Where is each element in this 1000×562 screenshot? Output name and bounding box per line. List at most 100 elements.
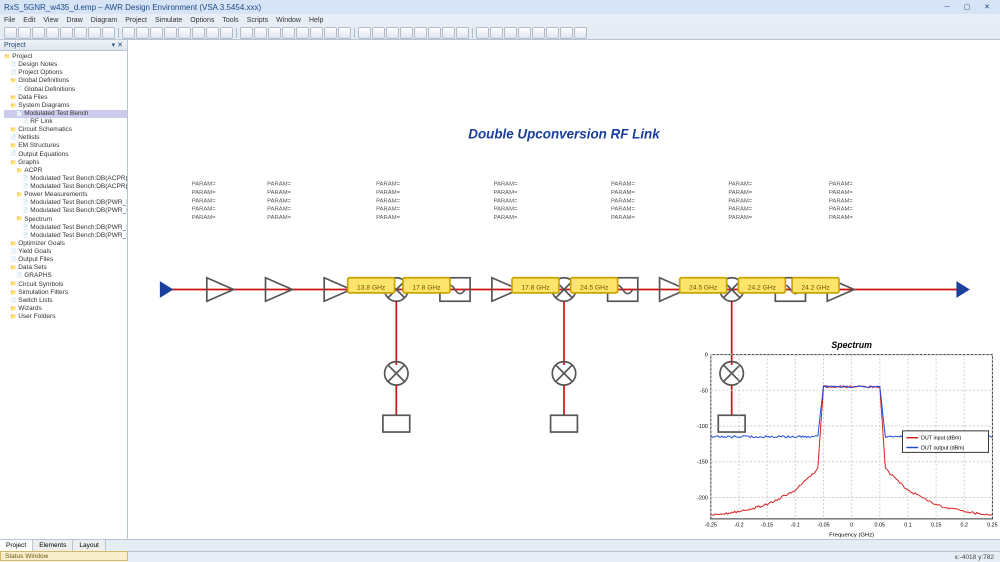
toolbar-button[interactable]: [574, 27, 587, 39]
toolbar-button[interactable]: [220, 27, 233, 39]
toolbar-button[interactable]: [560, 27, 573, 39]
tree-item[interactable]: Circuit Schematics: [4, 126, 127, 134]
maximize-button[interactable]: ▢: [958, 2, 976, 12]
toolbar-button[interactable]: [192, 27, 205, 39]
toolbar-button[interactable]: [546, 27, 559, 39]
menu-view[interactable]: View: [43, 17, 58, 24]
menu-edit[interactable]: Edit: [23, 17, 35, 24]
toolbar-button[interactable]: [310, 27, 323, 39]
menu-window[interactable]: Window: [276, 17, 301, 24]
tree-item[interactable]: Switch Lists: [4, 297, 127, 305]
toolbar-button[interactable]: [268, 27, 281, 39]
toolbar-button[interactable]: [372, 27, 385, 39]
toolbar-button[interactable]: [442, 27, 455, 39]
tree-item[interactable]: Modulated Test Bench:DB(PWR_MTR(T...: [4, 199, 127, 207]
toolbar-button[interactable]: [400, 27, 413, 39]
toolbar-button[interactable]: [532, 27, 545, 39]
status-window-tab[interactable]: Status Window: [0, 551, 128, 561]
toolbar-button[interactable]: [296, 27, 309, 39]
toolbar-button[interactable]: [206, 27, 219, 39]
toolbar-button[interactable]: [60, 27, 73, 39]
menu-tools[interactable]: Tools: [222, 17, 238, 24]
tree-item[interactable]: GRAPHS: [4, 272, 127, 280]
tree-item[interactable]: Output Files: [4, 256, 127, 264]
menu-options[interactable]: Options: [190, 17, 214, 24]
menu-help[interactable]: Help: [309, 17, 323, 24]
toolbar-button[interactable]: [476, 27, 489, 39]
tree-item[interactable]: Project: [4, 53, 127, 61]
toolbar-button[interactable]: [386, 27, 399, 39]
svg-text:PARAM=: PARAM=: [494, 215, 518, 221]
tree-item[interactable]: Wizards: [4, 305, 127, 313]
tree-item[interactable]: Global Definitions: [4, 86, 127, 94]
svg-text:PARAM=: PARAM=: [192, 190, 216, 196]
toolbar-button[interactable]: [4, 27, 17, 39]
close-button[interactable]: ✕: [978, 2, 996, 12]
tree-item[interactable]: Modulated Test Bench:DB(PWR_MTR(T...: [4, 207, 127, 215]
menu-draw[interactable]: Draw: [66, 17, 82, 24]
toolbar-button[interactable]: [46, 27, 59, 39]
tree-item[interactable]: Modulated Test Bench:DB(ACPR(TP.RF...: [4, 175, 127, 183]
svg-text:PARAM=: PARAM=: [267, 198, 291, 204]
sidebar-tab-project[interactable]: Project: [0, 540, 33, 551]
tree-item[interactable]: Modulated Test Bench: [4, 110, 127, 118]
toolbar-button[interactable]: [74, 27, 87, 39]
toolbar-button[interactable]: [150, 27, 163, 39]
toolbar-button[interactable]: [414, 27, 427, 39]
toolbar-button[interactable]: [32, 27, 45, 39]
toolbar-button[interactable]: [164, 27, 177, 39]
tree-item[interactable]: System Diagrams: [4, 102, 127, 110]
tree-item[interactable]: EM Structures: [4, 142, 127, 150]
toolbar-button[interactable]: [136, 27, 149, 39]
status-coords: x:-4018 y:782: [955, 554, 994, 561]
toolbar-button[interactable]: [518, 27, 531, 39]
tree-item[interactable]: Simulation Filters: [4, 289, 127, 297]
toolbar-button[interactable]: [88, 27, 101, 39]
toolbar-button[interactable]: [282, 27, 295, 39]
toolbar-button[interactable]: [358, 27, 371, 39]
toolbar-button[interactable]: [122, 27, 135, 39]
tree-item[interactable]: Global Definitions: [4, 77, 127, 85]
tree-item[interactable]: Output Equations: [4, 151, 127, 159]
toolbar-button[interactable]: [240, 27, 253, 39]
sidebar-tab-elements[interactable]: Elements: [33, 540, 73, 551]
tree-item[interactable]: ACPR: [4, 167, 127, 175]
toolbar-button[interactable]: [18, 27, 31, 39]
tree-item[interactable]: Spectrum: [4, 216, 127, 224]
toolbar-button[interactable]: [504, 27, 517, 39]
toolbar-button[interactable]: [102, 27, 115, 39]
toolbar-button[interactable]: [178, 27, 191, 39]
tree-item[interactable]: User Folders: [4, 313, 127, 321]
svg-text:PARAM=: PARAM=: [728, 215, 752, 221]
toolbar-button[interactable]: [254, 27, 267, 39]
tree-item[interactable]: Netlists: [4, 134, 127, 142]
tree-item[interactable]: RF Link: [4, 118, 127, 126]
tree-item[interactable]: Modulated Test Bench:DB(ACPR(TP.RF...: [4, 183, 127, 191]
svg-text:Spectrum: Spectrum: [831, 339, 872, 349]
minimize-button[interactable]: ─: [938, 2, 956, 12]
sidebar-tab-layout[interactable]: Layout: [73, 540, 106, 551]
toolbar-button[interactable]: [324, 27, 337, 39]
menu-simulate[interactable]: Simulate: [155, 17, 182, 24]
menu-scripts[interactable]: Scripts: [247, 17, 268, 24]
tree-item[interactable]: Yield Goals: [4, 248, 127, 256]
tree-item[interactable]: Data Files: [4, 94, 127, 102]
tree-item[interactable]: Power Measurements: [4, 191, 127, 199]
toolbar-button[interactable]: [428, 27, 441, 39]
tree-item[interactable]: Modulated Test Bench:DB(PWR_SPEC(...: [4, 232, 127, 240]
panel-menu-icon[interactable]: ▾ ✕: [112, 41, 123, 49]
tree-item[interactable]: Data Sets: [4, 264, 127, 272]
menu-diagram[interactable]: Diagram: [91, 17, 117, 24]
tree-item[interactable]: Modulated Test Bench:DB(PWR_SPEC(...: [4, 224, 127, 232]
project-tree[interactable]: ProjectDesign NotesProject OptionsGlobal…: [0, 51, 127, 539]
tree-item[interactable]: Project Options: [4, 69, 127, 77]
toolbar-button[interactable]: [456, 27, 469, 39]
toolbar-button[interactable]: [490, 27, 503, 39]
tree-item[interactable]: Circuit Symbols: [4, 281, 127, 289]
tree-item[interactable]: Design Notes: [4, 61, 127, 69]
toolbar-button[interactable]: [338, 27, 351, 39]
tree-item[interactable]: Optimizer Goals: [4, 240, 127, 248]
menu-project[interactable]: Project: [125, 17, 147, 24]
menu-file[interactable]: File: [4, 17, 15, 24]
tree-item[interactable]: Graphs: [4, 159, 127, 167]
